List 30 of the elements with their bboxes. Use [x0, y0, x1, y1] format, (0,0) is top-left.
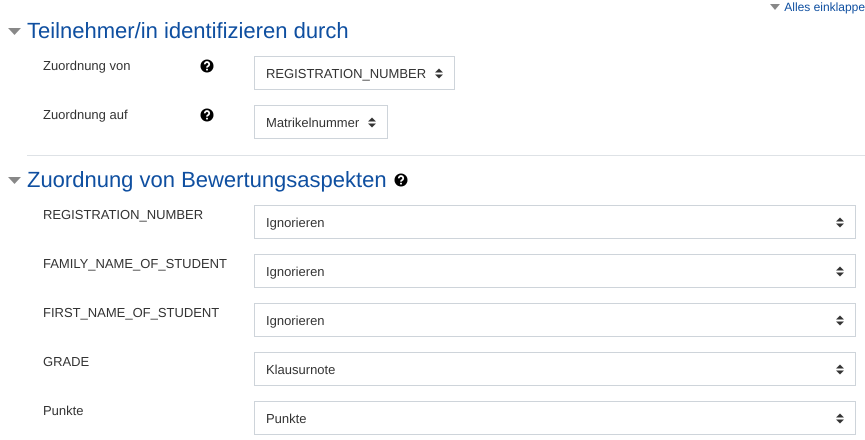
field-label: REGISTRATION_NUMBER [43, 207, 204, 223]
select-field[interactable]: REGISTRATION_NUMBER [254, 56, 456, 90]
select-field[interactable]: Ignorieren [254, 303, 856, 337]
field-label: Zuordnung von [43, 58, 130, 74]
caret-icon[interactable] [8, 28, 21, 34]
select-field[interactable]: Punkte [254, 401, 856, 435]
collapse-all-link[interactable]: Alles einklappe [784, 0, 865, 14]
field-label: Punkte [43, 403, 84, 419]
field-label: FAMILY_NAME_OF_STUDENT [43, 256, 227, 272]
select-field[interactable]: Ignorieren [254, 205, 856, 239]
field-label: GRADE [43, 354, 90, 370]
select-field[interactable]: Klausurnote [254, 352, 856, 386]
help-icon[interactable] [200, 108, 214, 122]
field-label: FIRST_NAME_OF_STUDENT [43, 305, 220, 321]
sort-icon [836, 266, 844, 276]
sort-icon [836, 314, 844, 326]
sort-icon [435, 68, 444, 78]
select-field[interactable]: Ignorieren [254, 254, 856, 288]
section-heading: Zuordnung von Bewertungsaspekten [27, 167, 387, 193]
sort-icon [836, 364, 844, 374]
select-field[interactable]: Matrikelnummer [254, 105, 388, 139]
field-label: Zuordnung auf [43, 107, 128, 123]
caret-icon [770, 4, 780, 10]
help-icon[interactable] [200, 59, 214, 73]
help-icon[interactable] [394, 173, 408, 187]
sort-icon [368, 116, 376, 128]
caret-icon[interactable] [8, 176, 21, 184]
sort-icon [836, 216, 844, 228]
section-heading: Teilnehmer/in identifizieren durch [27, 18, 349, 44]
sort-icon [836, 412, 844, 424]
